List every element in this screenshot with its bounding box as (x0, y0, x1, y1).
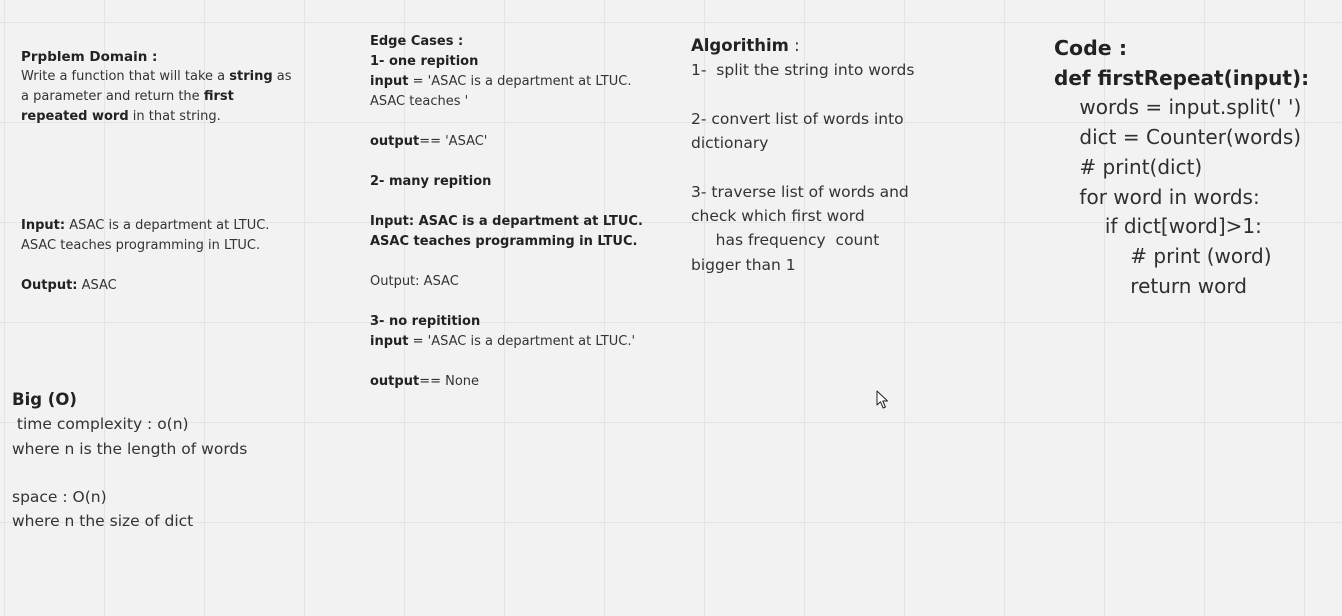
problem-domain-note[interactable]: Prpblem Domain : Write a function that w… (21, 47, 292, 127)
example-input-line-2: ASAC teaches programming in LTUC. (21, 238, 261, 253)
output-text: ASAC (77, 278, 117, 293)
code-line: # print (word) (1054, 243, 1272, 268)
code-line: # print(dict) (1054, 154, 1203, 179)
output-label: output (370, 134, 420, 149)
output-text: == None (419, 374, 480, 389)
code-note[interactable]: Code : def firstRepeat(input): words = i… (1054, 34, 1309, 301)
edge-case-2-title: 2- many repition (370, 174, 492, 189)
algorithm-title-line: Algorithim : (691, 34, 914, 58)
time-complexity-note: where n is the length of words (12, 439, 248, 458)
input-label: input (370, 74, 409, 89)
edge-case-2-input: Input: ASAC is a department at LTUC. (370, 214, 643, 229)
edge-cases-title: Edge Cases : (370, 34, 464, 49)
input-label: input (370, 334, 409, 349)
whiteboard-canvas[interactable]: Prpblem Domain : Write a function that w… (0, 0, 1342, 616)
time-complexity: time complexity : o(n) (12, 415, 189, 434)
output-text: == 'ASAC' (419, 134, 488, 149)
algorithm-title-suffix: : (788, 36, 800, 55)
algorithm-step-3: 3- traverse list of words and (691, 182, 909, 201)
code-line: for word in words: (1054, 184, 1260, 209)
code-line: dict = Counter(words) (1054, 125, 1302, 150)
edge-case-1-input-2: ASAC teaches ' (370, 94, 469, 109)
algorithm-step-2: 2- convert list of words into (691, 109, 904, 128)
edge-case-2-input-2: ASAC teaches programming in LTUC. (370, 234, 638, 249)
algorithm-step-3-cont: has frequency count (691, 231, 880, 250)
problem-keyword: string (229, 69, 273, 84)
output-label: output (370, 374, 420, 389)
input-text: = 'ASAC is a department at LTUC. (408, 74, 632, 89)
edge-case-2-output: Output: ASAC (370, 274, 459, 289)
edge-case-3-input: input = 'ASAC is a department at LTUC.' (370, 332, 643, 352)
code-line: def firstRepeat(input): (1054, 65, 1310, 90)
example-io-note[interactable]: Input: ASAC is a department at LTUC. ASA… (21, 216, 269, 296)
problem-keyword: first (203, 89, 234, 104)
problem-text: Write a function that will take a (21, 69, 230, 84)
problem-text: in that string. (128, 109, 221, 124)
code-line: if dict[word]>1: (1054, 214, 1262, 239)
algorithm-step-3-cont: check which first word (691, 207, 865, 226)
output-label: Output: (21, 278, 78, 293)
edge-case-3-title: 3- no repitition (370, 314, 481, 329)
problem-domain-line: repeated word in that string. (21, 107, 292, 127)
algorithm-title: Algorithim (691, 36, 789, 55)
edge-case-1-input: input = 'ASAC is a department at LTUC. (370, 72, 643, 92)
edge-case-3-output: output== None (370, 372, 643, 392)
input-text: = 'ASAC is a department at LTUC.' (408, 334, 636, 349)
space-complexity: space : O(n) (12, 488, 107, 507)
space-complexity-note: where n the size of dict (12, 512, 194, 531)
algorithm-step-2-cont: dictionary (691, 134, 769, 153)
problem-text: a parameter and return the (21, 89, 204, 104)
code-title: Code : (1054, 36, 1128, 60)
code-line: words = input.split(' ') (1054, 95, 1302, 120)
example-output-line: Output: ASAC (21, 276, 269, 296)
mouse-pointer-icon (876, 390, 888, 409)
algorithm-note[interactable]: Algorithim : 1- split the string into wo… (691, 34, 914, 277)
edge-cases-note[interactable]: Edge Cases : 1- one repition input = 'AS… (370, 32, 643, 392)
algorithm-step-1: 1- split the string into words (691, 61, 915, 80)
big-o-note[interactable]: Big (O) time complexity : o(n) where n i… (12, 388, 247, 534)
example-input-line: Input: ASAC is a department at LTUC. (21, 216, 269, 236)
input-text: ASAC is a department at LTUC. (65, 218, 270, 233)
problem-domain-line: Write a function that will take a string… (21, 67, 292, 87)
problem-domain-title: Prpblem Domain : (21, 49, 158, 65)
big-o-title: Big (O) (12, 390, 77, 409)
algorithm-step-3-cont: bigger than 1 (691, 255, 796, 274)
code-line: return word (1054, 273, 1247, 298)
problem-text: as (272, 69, 292, 84)
edge-case-1-title: 1- one repition (370, 54, 479, 69)
problem-keyword: repeated word (21, 109, 129, 124)
problem-domain-line: a parameter and return the first (21, 87, 292, 107)
input-label: Input: (21, 218, 66, 233)
edge-case-1-output: output== 'ASAC' (370, 132, 643, 152)
